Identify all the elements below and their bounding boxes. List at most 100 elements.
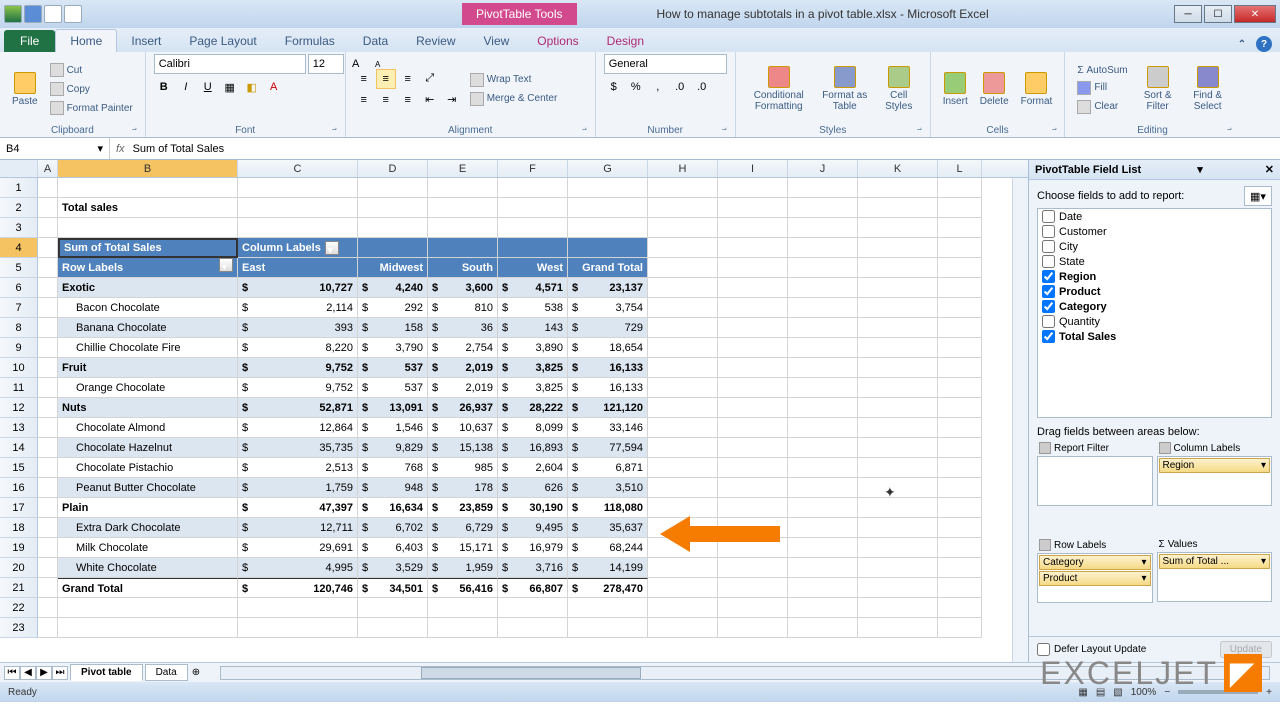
field-total-sales[interactable]: Total Sales xyxy=(1038,329,1271,344)
field-region[interactable]: Region xyxy=(1038,269,1271,284)
cell[interactable]: $626 xyxy=(498,478,568,498)
row-header[interactable]: 3 xyxy=(0,218,38,238)
cell[interactable] xyxy=(938,458,982,478)
cell[interactable] xyxy=(238,218,358,238)
cell[interactable] xyxy=(38,578,58,598)
cell[interactable]: Peanut Butter Chocolate xyxy=(58,478,238,498)
cell[interactable] xyxy=(718,298,788,318)
field-date[interactable]: Date xyxy=(1038,209,1271,224)
ribbon-tab-home[interactable]: Home xyxy=(55,29,117,52)
view-layout-icon[interactable]: ▤ xyxy=(1096,687,1105,698)
cell[interactable] xyxy=(858,318,938,338)
cell[interactable]: $178 xyxy=(428,478,498,498)
cell[interactable]: $16,133 xyxy=(568,378,648,398)
col-header-I[interactable]: I xyxy=(718,160,788,177)
increase-indent-icon[interactable]: ⇥ xyxy=(442,90,462,110)
cell[interactable] xyxy=(648,398,718,418)
cell[interactable]: $6,403 xyxy=(358,538,428,558)
cell[interactable] xyxy=(358,618,428,638)
cell[interactable] xyxy=(38,258,58,278)
cell[interactable] xyxy=(858,618,938,638)
row-header[interactable]: 21 xyxy=(0,578,38,598)
col-header-B[interactable]: B xyxy=(58,160,238,177)
cell[interactable] xyxy=(38,358,58,378)
cell[interactable] xyxy=(938,438,982,458)
close-icon[interactable]: ✕ xyxy=(1265,163,1274,176)
area-row-labels[interactable]: Row Labels Category▾Product▾ xyxy=(1037,537,1153,630)
cell[interactable]: $8,220 xyxy=(238,338,358,358)
col-header-G[interactable]: G xyxy=(568,160,648,177)
col-header-H[interactable]: H xyxy=(648,160,718,177)
cell[interactable] xyxy=(648,338,718,358)
cell[interactable] xyxy=(238,198,358,218)
row-header[interactable]: 22 xyxy=(0,598,38,618)
currency-icon[interactable]: $ xyxy=(604,77,624,97)
cell[interactable] xyxy=(718,538,788,558)
sheet-tab-pivot-table[interactable]: Pivot table xyxy=(70,664,143,681)
cell[interactable] xyxy=(648,458,718,478)
comma-icon[interactable]: , xyxy=(648,77,668,97)
cell[interactable]: $948 xyxy=(358,478,428,498)
cell[interactable] xyxy=(58,178,238,198)
cell[interactable]: $16,133 xyxy=(568,358,648,378)
cell[interactable] xyxy=(718,498,788,518)
cell[interactable]: West xyxy=(498,258,568,278)
row-header[interactable]: 12 xyxy=(0,398,38,418)
cell[interactable]: $4,240 xyxy=(358,278,428,298)
cell[interactable] xyxy=(858,278,938,298)
row-header[interactable]: 7 xyxy=(0,298,38,318)
cell[interactable]: $12,711 xyxy=(238,518,358,538)
area-pill[interactable]: Region▾ xyxy=(1159,458,1271,473)
cell[interactable] xyxy=(938,378,982,398)
cell[interactable] xyxy=(58,598,238,618)
cell[interactable]: $28,222 xyxy=(498,398,568,418)
cell[interactable] xyxy=(938,598,982,618)
cell[interactable] xyxy=(718,478,788,498)
row-header[interactable]: 16 xyxy=(0,478,38,498)
row-header[interactable]: 15 xyxy=(0,458,38,478)
cell[interactable] xyxy=(38,218,58,238)
cell[interactable] xyxy=(858,378,938,398)
cell[interactable] xyxy=(858,538,938,558)
name-box[interactable]: B4 ▾ xyxy=(0,138,110,159)
cell[interactable] xyxy=(788,538,858,558)
italic-button[interactable]: I xyxy=(176,77,196,97)
clear-button[interactable]: Clear xyxy=(1073,98,1131,116)
cell[interactable] xyxy=(38,618,58,638)
first-sheet-button[interactable]: ⏮ xyxy=(4,666,20,680)
help-icon[interactable]: ? xyxy=(1256,36,1272,52)
cell[interactable] xyxy=(858,458,938,478)
fill-button[interactable]: Fill xyxy=(1073,79,1131,97)
next-sheet-button[interactable]: ▶ xyxy=(36,666,52,680)
scroll-thumb[interactable] xyxy=(421,667,641,679)
cell[interactable] xyxy=(358,218,428,238)
cell[interactable] xyxy=(648,298,718,318)
cell[interactable]: $3,890 xyxy=(498,338,568,358)
close-button[interactable]: ✕ xyxy=(1234,5,1276,23)
cell[interactable]: East xyxy=(238,258,358,278)
row-header[interactable]: 6 xyxy=(0,278,38,298)
orientation-icon[interactable]: ⤢ xyxy=(420,69,440,89)
cell[interactable] xyxy=(788,498,858,518)
cell[interactable]: Banana Chocolate xyxy=(58,318,238,338)
cell[interactable] xyxy=(788,358,858,378)
cell[interactable]: $26,937 xyxy=(428,398,498,418)
cell[interactable] xyxy=(568,178,648,198)
cell[interactable]: Grand Total xyxy=(568,258,648,278)
excel-icon[interactable] xyxy=(4,5,22,23)
col-header-J[interactable]: J xyxy=(788,160,858,177)
cell-styles-button[interactable]: Cell Styles xyxy=(876,64,922,114)
cell[interactable]: Total sales xyxy=(58,198,238,218)
cell[interactable] xyxy=(718,418,788,438)
cell[interactable] xyxy=(788,218,858,238)
cell[interactable] xyxy=(38,178,58,198)
cell[interactable] xyxy=(788,278,858,298)
cell[interactable]: Chillie Chocolate Fire xyxy=(58,338,238,358)
cell[interactable] xyxy=(938,198,982,218)
increase-decimal-icon[interactable]: .0 xyxy=(670,77,690,97)
prev-sheet-button[interactable]: ◀ xyxy=(20,666,36,680)
cell[interactable]: $9,829 xyxy=(358,438,428,458)
file-tab[interactable]: File xyxy=(4,30,55,52)
cell[interactable] xyxy=(788,318,858,338)
cell[interactable]: Plain xyxy=(58,498,238,518)
